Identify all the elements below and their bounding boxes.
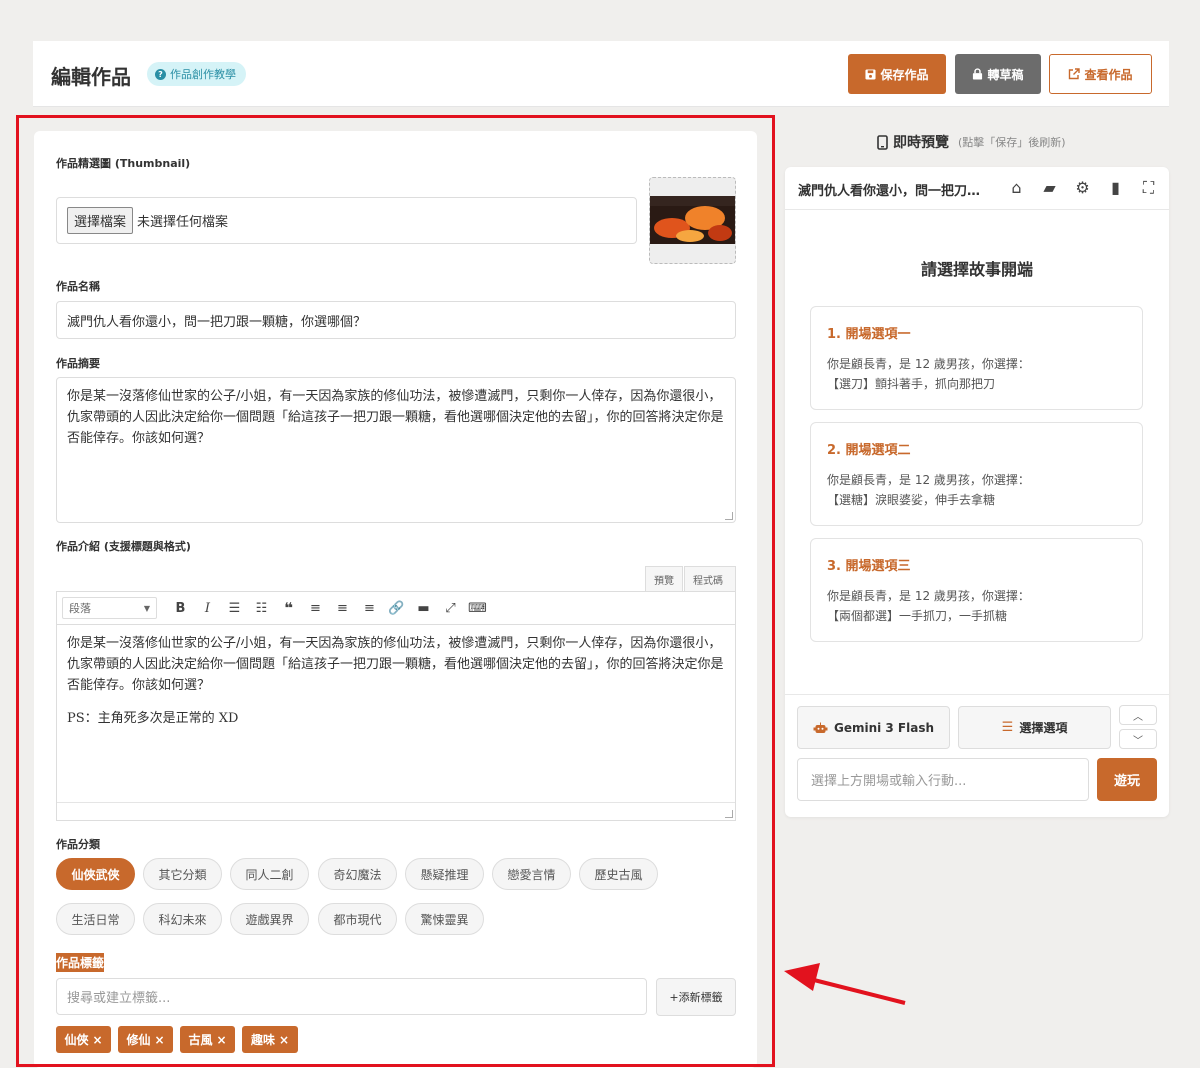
select-options-label: 選擇選項 [1019, 721, 1068, 735]
preview-header: 滅門仇人看你還小，問一把刀… ⌂ ▰ ⚙ ▮ ⛶ [785, 167, 1169, 210]
option-line: 你是顧長青，是 12 歲男孩，你選擇： [827, 473, 1030, 487]
preview-heading: 即時預覽 (點擊「保存」後刷新) [877, 132, 1066, 152]
option-line: 【選糖】淚眼婆娑，伸手去拿糖 [827, 493, 996, 507]
highlight-frame [16, 115, 775, 1067]
preview-story-title: 滅門仇人看你還小，問一把刀… [798, 184, 981, 199]
page-title: 編輯作品 [51, 65, 131, 89]
annotation-arrow-icon [784, 963, 906, 1005]
mobile-icon [877, 134, 888, 150]
lock-icon [973, 68, 983, 80]
book-icon[interactable]: ▮ [1106, 178, 1125, 198]
model-select-button[interactable]: Gemini 3 Flash [797, 706, 950, 749]
help-badge-label: 作品創作教學 [170, 68, 236, 81]
home-icon[interactable]: ⌂ [1007, 178, 1026, 198]
save-button[interactable]: 保存作品 [848, 54, 946, 94]
floppy-icon [865, 68, 877, 80]
action-input[interactable]: 選擇上方開場或輸入行動... [797, 758, 1089, 801]
option-title: 1. 開場選項一 [827, 327, 911, 342]
option-title: 2. 開場選項二 [827, 443, 911, 458]
choose-start-title: 請選擇故事開端 [920, 260, 1033, 279]
draft-button[interactable]: 轉草稿 [955, 54, 1041, 94]
option-line: 你是顧長青，是 12 歲男孩，你選擇： [827, 357, 1030, 371]
preview-controls: Gemini 3 Flash ☰ 選擇選項 ︿ ﹀ 選擇上方開場或輸入行動...… [785, 694, 1169, 817]
opening-option-card[interactable]: 1. 開場選項一 你是顧長青，是 12 歲男孩，你選擇： 【選刀】顫抖著手，抓向… [810, 306, 1143, 410]
preview-heading-text: 即時預覽 [893, 135, 949, 151]
list-icon: ☰ [1001, 720, 1014, 735]
scroll-down-button[interactable]: ﹀ [1119, 729, 1157, 749]
preview-panel: 滅門仇人看你還小，問一把刀… ⌂ ▰ ⚙ ▮ ⛶ 請選擇故事開端 1. 開場選項… [785, 167, 1169, 817]
chevron-down-icon: ﹀ [1133, 735, 1143, 747]
select-options-button[interactable]: ☰ 選擇選項 [958, 706, 1111, 749]
external-link-icon [1069, 68, 1081, 80]
robot-icon [813, 722, 828, 733]
header-bar: 編輯作品 ? 作品創作教學 保存作品 轉草稿 查看作品 [33, 41, 1169, 107]
view-button[interactable]: 查看作品 [1049, 54, 1152, 94]
option-line: 你是顧長青，是 12 歲男孩，你選擇： [827, 589, 1030, 603]
option-title: 3. 開場選項三 [827, 559, 911, 574]
gear-icon[interactable]: ⚙ [1073, 178, 1092, 198]
help-badge[interactable]: ? 作品創作教學 [147, 62, 246, 86]
scroll-up-button[interactable]: ︿ [1119, 705, 1157, 725]
opening-option-card[interactable]: 2. 開場選項二 你是顧長青，是 12 歲男孩，你選擇： 【選糖】淚眼婆娑，伸手… [810, 422, 1143, 526]
option-line: 【兩個都選】一手抓刀，一手抓糖 [827, 609, 1008, 623]
save-button-label: 保存作品 [880, 67, 929, 82]
draft-button-label: 轉草稿 [987, 67, 1024, 82]
preview-icon-bar: ⌂ ▰ ⚙ ▮ ⛶ [1007, 178, 1158, 198]
option-line: 【選刀】顫抖著手，抓向那把刀 [827, 377, 996, 391]
view-button-label: 查看作品 [1084, 67, 1133, 82]
expand-icon[interactable]: ⛶ [1139, 178, 1158, 198]
play-button[interactable]: 遊玩 [1097, 758, 1157, 801]
folder-icon[interactable]: ▰ [1040, 178, 1059, 198]
opening-option-card[interactable]: 3. 開場選項三 你是顧長青，是 12 歲男孩，你選擇： 【兩個都選】一手抓刀，… [810, 538, 1143, 642]
preview-heading-note: (點擊「保存」後刷新) [958, 136, 1066, 149]
model-select-label: Gemini 3 Flash [833, 720, 935, 735]
question-icon: ? [155, 68, 166, 80]
chevron-up-icon: ︿ [1133, 711, 1143, 723]
